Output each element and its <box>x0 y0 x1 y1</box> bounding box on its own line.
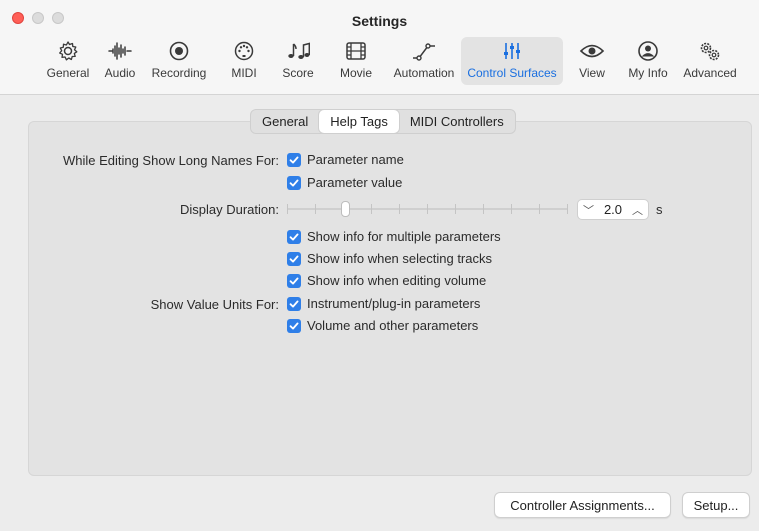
slider-tick <box>567 204 568 214</box>
toolbar-item-my-info[interactable]: My Info <box>624 37 672 85</box>
display-duration-label: Display Duration: <box>180 202 279 217</box>
automation-curve-icon <box>413 43 435 61</box>
duration-value: 2.0 <box>603 202 623 217</box>
decrement-icon[interactable]: ﹀ <box>583 202 594 218</box>
instrument-params-row[interactable]: Instrument/plug-in parameters <box>287 296 480 311</box>
record-icon <box>169 41 189 61</box>
multiple-params-checkbox[interactable] <box>287 229 301 244</box>
parameter-name-row[interactable]: Parameter name <box>287 152 404 167</box>
duration-stepper[interactable]: ﹀ 2.0 ︿ <box>577 199 649 220</box>
slider-tick <box>455 204 456 214</box>
parameter-value-checkbox[interactable] <box>287 175 301 190</box>
slider-tick <box>371 204 372 214</box>
tab-general[interactable]: General <box>251 110 319 133</box>
toolbar-item-midi[interactable]: MIDI <box>224 37 264 85</box>
parameter-name-checkbox[interactable] <box>287 152 301 167</box>
window-title: Settings <box>351 13 408 29</box>
music-notes-icon <box>288 42 310 59</box>
slider-tick <box>539 204 540 214</box>
slider-tick <box>287 204 288 214</box>
toolbar-item-score[interactable]: Score <box>276 37 320 85</box>
volume-params-row[interactable]: Volume and other parameters <box>287 318 478 333</box>
toolbar-label: My Info <box>628 66 668 80</box>
parameter-value-row[interactable]: Parameter value <box>287 175 402 190</box>
toolbar-label: Audio <box>104 66 136 80</box>
person-icon <box>638 41 658 61</box>
sliders-icon <box>504 43 520 59</box>
toolbar-item-automation[interactable]: Automation <box>390 37 458 85</box>
toolbar-label: Score <box>282 66 314 80</box>
slider-tick <box>399 204 400 214</box>
midi-port-icon <box>234 41 254 61</box>
instrument-params-checkbox[interactable] <box>287 296 301 311</box>
gear-icon <box>59 41 78 61</box>
setup-button[interactable]: Setup... <box>682 492 750 518</box>
film-icon <box>346 42 366 60</box>
toolbar-label: Recording <box>151 66 207 80</box>
value-units-label: Show Value Units For: <box>150 297 279 312</box>
multiple-params-row[interactable]: Show info for multiple parameters <box>287 229 501 244</box>
title-bar: Settings General Audio Recording MIDI Sc… <box>0 0 759 95</box>
waveform-icon <box>108 42 132 60</box>
volume-params-checkbox[interactable] <box>287 318 301 333</box>
toolbar-item-advanced[interactable]: Advanced <box>682 37 738 85</box>
selecting-tracks-label: Show info when selecting tracks <box>307 251 492 266</box>
toolbar-label: General <box>46 66 90 80</box>
toolbar-label: Movie <box>339 66 372 80</box>
instrument-params-label: Instrument/plug-in parameters <box>307 296 481 311</box>
editing-volume-label: Show info when editing volume <box>307 273 487 288</box>
tab-midi-controllers[interactable]: MIDI Controllers <box>399 110 515 133</box>
toolbar-label: View <box>579 66 605 80</box>
selecting-tracks-row[interactable]: Show info when selecting tracks <box>287 251 492 266</box>
controller-assignments-button[interactable]: Controller Assignments... <box>494 492 671 518</box>
volume-params-label: Volume and other parameters <box>307 318 479 333</box>
toolbar-item-audio[interactable]: Audio <box>100 37 140 85</box>
toolbar-label: Automation <box>393 66 455 80</box>
toolbar-label: Control Surfaces <box>467 66 557 80</box>
slider-tick <box>483 204 484 214</box>
increment-icon[interactable]: ︿ <box>632 202 643 218</box>
toolbar-item-recording[interactable]: Recording <box>148 37 210 85</box>
eye-icon <box>579 44 605 58</box>
slider-tick <box>315 204 316 214</box>
selecting-tracks-checkbox[interactable] <box>287 251 301 266</box>
slider-tick <box>511 204 512 214</box>
toolbar-item-movie[interactable]: Movie <box>334 37 378 85</box>
multiple-params-label: Show info for multiple parameters <box>307 229 501 244</box>
slider-knob[interactable] <box>341 201 350 217</box>
tab-help-tags[interactable]: Help Tags <box>319 110 399 133</box>
slider-tick <box>427 204 428 214</box>
toolbar-item-view[interactable]: View <box>574 37 610 85</box>
toolbar-item-control-surfaces[interactable]: Control Surfaces <box>461 37 563 85</box>
toolbar-label: Advanced <box>683 66 737 80</box>
long-names-label: While Editing Show Long Names For: <box>62 153 279 168</box>
toolbar-label: MIDI <box>231 66 257 80</box>
parameter-value-label: Parameter value <box>307 175 403 190</box>
settings-window: Settings General Audio Recording MIDI Sc… <box>0 0 759 531</box>
parameter-name-label: Parameter name <box>307 152 404 167</box>
tab-bar: General Help Tags MIDI Controllers <box>250 109 516 134</box>
duration-unit: s <box>656 202 663 217</box>
editing-volume-row[interactable]: Show info when editing volume <box>287 273 486 288</box>
gears-icon <box>700 42 720 61</box>
editing-volume-checkbox[interactable] <box>287 273 301 288</box>
display-duration-slider[interactable] <box>287 201 568 217</box>
toolbar-item-general[interactable]: General <box>44 37 92 85</box>
